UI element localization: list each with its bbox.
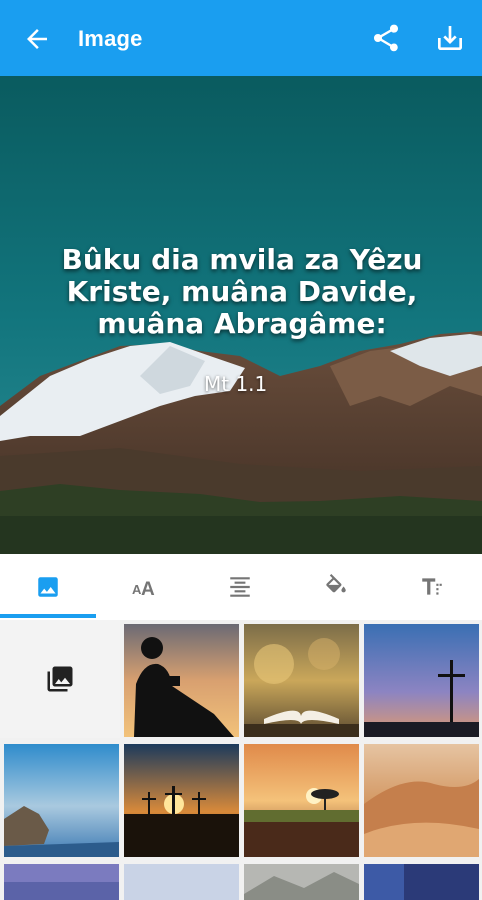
mountain-clouds-image [244,864,359,900]
tab-text-align[interactable] [192,554,288,620]
tab-text-style[interactable] [384,554,480,620]
three-crosses-sunset-image [124,744,239,857]
editor-toolbar: AA [0,554,482,620]
night-sky-image [364,864,479,900]
arrow-back-icon[interactable] [22,24,52,54]
background-thumbnail[interactable] [4,864,119,900]
download-icon[interactable] [434,22,466,54]
verse-text: Bûku dia mvila za Yêzu Kriste, muâna Dav… [30,244,454,340]
paint-bucket-icon [326,574,346,593]
photo-library-icon [47,666,73,692]
background-thumbnail[interactable] [364,744,479,857]
verse-line: Kriste, muâna Davide, [66,275,418,308]
text-format-clear-icon [422,578,442,595]
svg-text:A: A [141,579,155,600]
verse-reference: Mt 1.1 [204,372,268,396]
page-title: Image [78,26,143,51]
cross-at-dusk-image [364,624,479,737]
verse-line: Bûku dia mvila za Yêzu [61,243,423,276]
tab-text-color[interactable] [288,554,384,620]
background-thumbnail[interactable] [364,624,479,737]
font-size-icon: AA [132,579,155,600]
background-thumbnail[interactable] [124,744,239,857]
purple-sky-image [4,864,119,900]
open-bible-on-table-image [244,624,359,737]
background-thumbnail[interactable] [244,744,359,857]
background-thumbnail[interactable] [364,864,479,900]
photo-picker-button[interactable] [0,620,120,738]
background-thumbnail[interactable] [124,624,239,737]
rocks-by-calm-sea-image [4,744,119,857]
tab-font-size[interactable]: AA [96,554,192,620]
background-thumbnail[interactable] [4,744,119,857]
verse-image-preview: Bûku dia mvila za Yêzu Kriste, muâna Dav… [0,76,482,554]
share-icon[interactable] [370,22,402,54]
pale-sky-image [124,864,239,900]
image-icon [38,577,58,597]
tree-at-sunset-image [244,744,359,857]
background-thumbnail[interactable] [244,624,359,737]
background-thumbnail[interactable] [124,864,239,900]
verse-line: muâna Abragâme: [97,307,387,340]
app-bar: Image [0,0,482,76]
desert-dunes-image [364,744,479,857]
boy-reading-silhouette-image [124,624,239,737]
tab-background-image[interactable] [0,554,96,620]
align-center-icon [230,577,250,597]
background-thumbnail[interactable] [244,864,359,900]
background-gallery [0,620,482,900]
